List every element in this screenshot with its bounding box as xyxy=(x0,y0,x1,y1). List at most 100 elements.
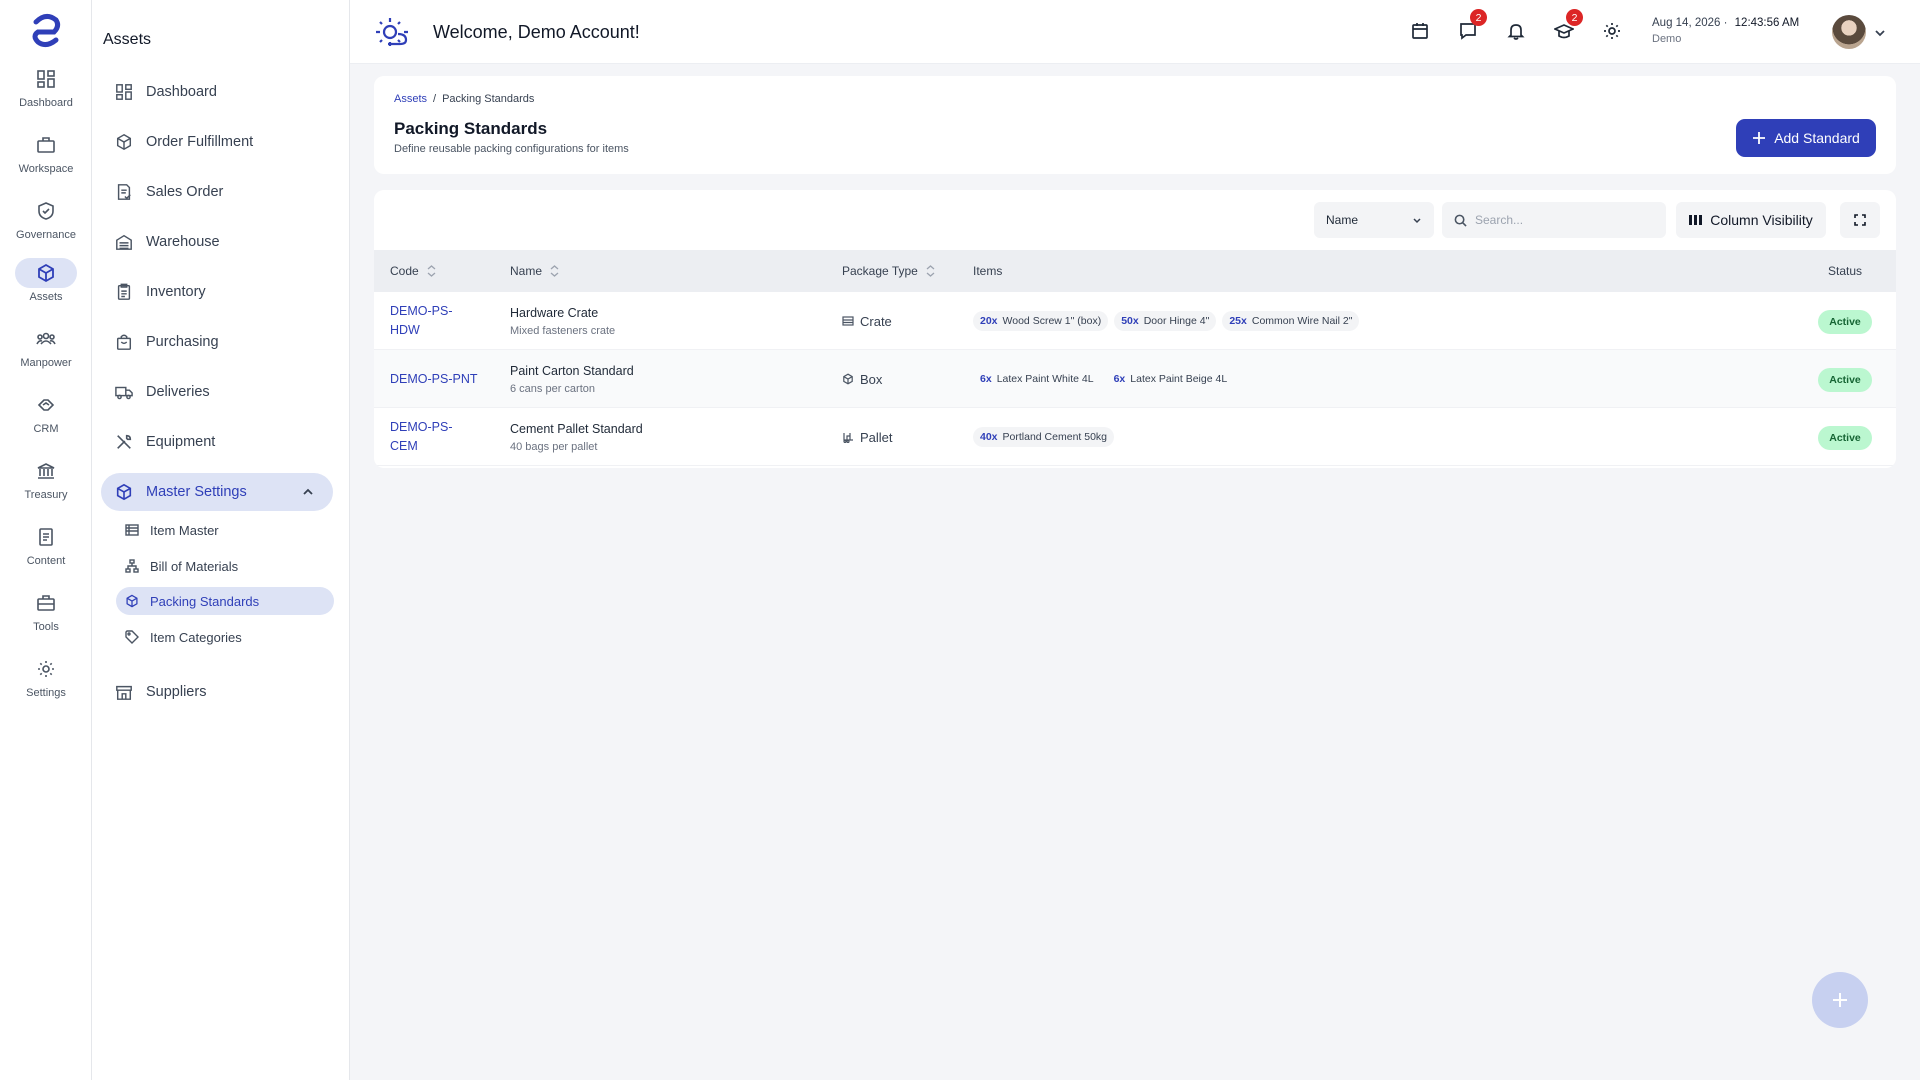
column-visibility-button[interactable]: Column Visibility xyxy=(1676,202,1826,238)
rail-item-tools[interactable]: Tools xyxy=(0,588,92,648)
sidebar-item-inventory[interactable]: Inventory xyxy=(101,273,333,311)
sidebar-item-order-fulfillment[interactable]: Order Fulfillment xyxy=(101,123,333,161)
item-chip: 50x Door Hinge 4" xyxy=(1114,311,1217,331)
sort-icon[interactable] xyxy=(926,265,935,277)
rail-label: Dashboard xyxy=(19,97,73,109)
sort-icon[interactable] xyxy=(550,265,559,277)
row-code-line: DEMO-PS- xyxy=(390,420,453,434)
item-qty: 50x xyxy=(1121,315,1139,327)
receipt-icon xyxy=(114,182,134,202)
row-code-line: DEMO-PS-PNT xyxy=(390,371,478,386)
item-qty: 25x xyxy=(1229,315,1247,327)
breadcrumb-assets[interactable]: Assets xyxy=(394,93,427,105)
truck-icon xyxy=(114,382,134,402)
rail-item-dashboard[interactable]: Dashboard xyxy=(0,64,92,124)
avatar[interactable] xyxy=(1832,15,1866,49)
sidebar-item-dashboard[interactable]: Dashboard xyxy=(101,73,333,111)
column-header-label: Status xyxy=(1828,264,1863,278)
rail-item-assets[interactable]: Assets xyxy=(0,258,92,318)
rail-item-settings[interactable]: Settings xyxy=(0,654,92,714)
table-row[interactable]: DEMO-PS-PNT Paint Carton Standard 6 cans … xyxy=(374,350,1896,408)
rail-item-crm[interactable]: CRM xyxy=(0,390,92,450)
row-description: 40 bags per pallet xyxy=(510,440,598,453)
wrench-icon xyxy=(114,432,134,452)
dashboard-icon xyxy=(15,64,77,94)
table-row[interactable]: DEMO-PS- CEM Cement Pallet Standard 40 bag… xyxy=(374,408,1896,466)
item-name: Common Wire Nail 2" xyxy=(1251,315,1353,327)
toolbox-icon xyxy=(15,588,77,618)
sidebar-subitem-item-categories[interactable]: Item Categories xyxy=(116,623,334,651)
calendar-icon[interactable] xyxy=(1410,21,1432,43)
gear-icon[interactable] xyxy=(1602,21,1624,43)
chevron-down-icon xyxy=(1412,215,1422,225)
item-name: Latex Paint White 4L xyxy=(996,373,1094,385)
sidebar-item-warehouse[interactable]: Warehouse xyxy=(101,223,333,261)
sort-icon[interactable] xyxy=(427,265,436,277)
handshake-icon xyxy=(15,390,77,420)
rail-item-workspace[interactable]: Workspace xyxy=(0,130,92,190)
rail-item-content[interactable]: Content xyxy=(0,522,92,582)
column-header-code[interactable]: Code xyxy=(390,250,436,292)
row-code-link[interactable]: DEMO-PS-PNT xyxy=(390,370,490,389)
shopping-bag-icon xyxy=(114,332,134,352)
row-description: Mixed fasteners crate xyxy=(510,324,616,337)
item-name: Latex Paint Beige 4L xyxy=(1130,373,1228,385)
box-icon xyxy=(114,132,134,152)
sidebar-item-master-settings[interactable]: Master Settings xyxy=(101,473,333,511)
sidebar-item-deliveries[interactable]: Deliveries xyxy=(101,373,333,411)
plus-icon xyxy=(1831,991,1849,1009)
page-title: Packing Standards xyxy=(394,119,548,138)
rail-item-governance[interactable]: Governance xyxy=(0,196,92,256)
add-standard-button[interactable]: Add Standard xyxy=(1736,119,1876,157)
sort-field-select[interactable]: Name xyxy=(1314,202,1434,238)
table-header: Code Name Package Type Items Status xyxy=(374,250,1896,292)
rail-label: Governance xyxy=(16,229,76,241)
row-package-type: Crate xyxy=(860,313,892,329)
header-datetime: Aug 14, 2026 · 12:43:56 AM xyxy=(1652,17,1800,29)
search-box xyxy=(1442,202,1666,238)
gear-icon xyxy=(15,654,77,684)
sidebar-item-label: Deliveries xyxy=(146,384,210,400)
item-chip: 6x Latex Paint White 4L xyxy=(973,369,1101,389)
sidebar-item-equipment[interactable]: Equipment xyxy=(101,423,333,461)
item-chip: 25x Common Wire Nail 2" xyxy=(1222,311,1360,331)
item-chip: 20x Wood Screw 1" (box) xyxy=(973,311,1109,331)
search-input[interactable] xyxy=(1475,213,1645,227)
chevron-down-icon[interactable] xyxy=(1873,26,1887,40)
row-name: Cement Pallet Standard xyxy=(510,421,643,436)
rail-item-treasury[interactable]: Treasury xyxy=(0,456,92,516)
academy-icon[interactable]: 2 xyxy=(1554,9,1583,43)
sidebar-subitem-packing-standards[interactable]: Packing Standards xyxy=(116,587,334,615)
column-header-package-type[interactable]: Package Type xyxy=(842,250,935,292)
rail-label: Manpower xyxy=(20,357,72,369)
column-header-name[interactable]: Name xyxy=(510,250,559,292)
sidebar-item-label: Suppliers xyxy=(146,684,207,700)
rail-label: Treasury xyxy=(24,489,68,501)
rail-item-manpower[interactable]: Manpower xyxy=(0,324,92,384)
row-code-link[interactable]: DEMO-PS- HDW xyxy=(390,302,460,340)
bell-icon[interactable] xyxy=(1506,21,1528,43)
sidebar-item-suppliers[interactable]: Suppliers xyxy=(101,673,333,711)
sidebar-subitem-item-master[interactable]: Item Master xyxy=(116,516,334,544)
row-code-link[interactable]: DEMO-PS- CEM xyxy=(390,418,460,456)
fullscreen-button[interactable] xyxy=(1840,202,1880,238)
sidebar-subitem-label: Item Categories xyxy=(150,629,242,645)
sidebar-item-purchasing[interactable]: Purchasing xyxy=(101,323,333,361)
row-code-line: CEM xyxy=(390,439,418,453)
messages-icon[interactable]: 2 xyxy=(1458,9,1487,43)
crate-icon xyxy=(842,315,854,327)
add-standard-label: Add Standard xyxy=(1774,130,1860,146)
forklift-icon xyxy=(842,431,854,443)
status-badge: Active xyxy=(1818,426,1872,450)
header-date: Aug 14, 2026 xyxy=(1652,17,1721,29)
chevron-up-icon[interactable] xyxy=(301,485,315,499)
floating-add-button[interactable] xyxy=(1812,972,1868,1028)
rail-label: Workspace xyxy=(18,163,74,175)
column-header-label: Items xyxy=(973,264,1003,278)
app-logo-icon[interactable] xyxy=(26,10,66,50)
status-badge: Active xyxy=(1818,368,1872,392)
sidebar-subitem-bill-of-materials[interactable]: Bill of Materials xyxy=(116,552,334,580)
table-row[interactable]: DEMO-PS- HDW Hardware Crate Mixed fastener… xyxy=(374,292,1896,350)
sidebar-item-sales-order[interactable]: Sales Order xyxy=(101,173,333,211)
box-icon xyxy=(842,373,854,385)
